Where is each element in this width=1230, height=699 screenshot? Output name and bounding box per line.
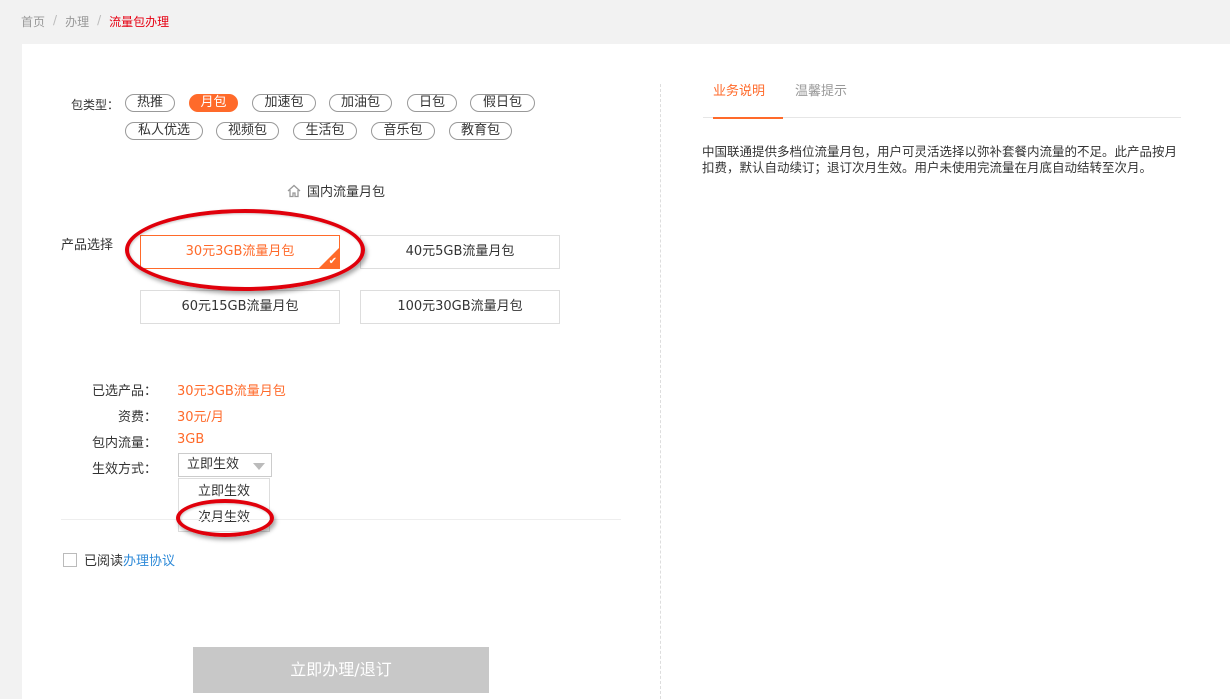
pill-refuel[interactable]: 加油包	[329, 94, 392, 112]
summary-selected-value: 30元3GB流量月包	[177, 384, 286, 399]
breadcrumb-separator: /	[97, 13, 102, 27]
product-option-label: 40元5GB流量月包	[405, 244, 515, 259]
product-option-40[interactable]: 40元5GB流量月包	[360, 235, 560, 269]
pill-monthly[interactable]: 月包	[189, 94, 238, 112]
breadcrumb: 首页 / 办理 / 流量包办理	[21, 13, 169, 30]
pill-life[interactable]: 生活包	[293, 122, 357, 140]
product-option-label: 60元15GB流量月包	[181, 299, 299, 314]
effect-dropdown: 立即生效 次月生效	[178, 478, 270, 532]
pill-daily[interactable]: 日包	[407, 94, 457, 112]
business-description: 中国联通提供多档位流量月包，用户可灵活选择以弥补套餐内流量的不足。此产品按月扣费…	[702, 144, 1178, 175]
agreement-checkbox[interactable]	[63, 552, 77, 567]
section-title-text: 国内流量月包	[307, 185, 386, 200]
caret-down-icon	[253, 463, 265, 470]
summary-selected-label: 已选产品：	[91, 384, 157, 399]
breadcrumb-current: 流量包办理	[109, 15, 170, 29]
breadcrumb-home[interactable]: 首页	[21, 13, 45, 30]
product-option-label: 30元3GB流量月包	[185, 244, 295, 259]
effect-option-next-month[interactable]: 次月生效	[179, 505, 269, 531]
agreement-link[interactable]: 办理协议	[123, 554, 175, 569]
vertical-divider	[660, 84, 661, 699]
product-option-100[interactable]: 100元30GB流量月包	[360, 290, 560, 324]
checkmark-icon: ✔	[328, 256, 337, 267]
summary-data-label: 包内流量：	[91, 436, 157, 451]
pill-music[interactable]: 音乐包	[371, 122, 435, 140]
product-select-label: 产品选择	[61, 238, 114, 253]
summary-fee-value: 30元/月	[177, 410, 224, 425]
summary-effect-label: 生效方式：	[91, 462, 157, 477]
summary-fee-label: 资费：	[117, 410, 157, 425]
pill-speed[interactable]: 加速包	[252, 94, 316, 112]
horizontal-divider	[61, 519, 621, 520]
effect-select[interactable]: 立即生效	[178, 453, 272, 477]
section-title: 国内流量月包	[287, 181, 385, 200]
breadcrumb-handle[interactable]: 办理	[65, 13, 89, 30]
effect-select-value: 立即生效	[187, 457, 240, 472]
product-option-label: 100元30GB流量月包	[397, 299, 523, 314]
submit-button[interactable]: 立即办理/退订	[193, 647, 489, 693]
package-type-label: 包类型：	[71, 98, 120, 112]
info-tabs: 业务说明 温馨提示	[703, 84, 1181, 119]
pill-video[interactable]: 视频包	[216, 122, 279, 140]
pill-holiday[interactable]: 假日包	[470, 94, 535, 112]
effect-option-immediate[interactable]: 立即生效	[179, 479, 269, 505]
product-option-60[interactable]: 60元15GB流量月包	[140, 290, 340, 324]
agreement-prefix: 已阅读	[84, 554, 124, 569]
tab-description[interactable]: 业务说明	[713, 84, 783, 119]
agreement-row: 已阅读办理协议	[63, 550, 175, 569]
main-panel: 包类型： 热推 月包 加速包 加油包 日包 假日包 私人优选 视频包 生活包 音…	[22, 44, 1230, 699]
pill-education[interactable]: 教育包	[449, 122, 512, 140]
pill-private[interactable]: 私人优选	[125, 122, 203, 140]
product-option-30[interactable]: 30元3GB流量月包 ✔	[140, 235, 340, 269]
breadcrumb-separator: /	[53, 13, 58, 27]
tab-tips[interactable]: 温馨提示	[795, 84, 865, 118]
pill-hot[interactable]: 热推	[125, 94, 175, 112]
summary-data-value: 3GB	[177, 432, 205, 447]
tab-description-label: 业务说明	[713, 84, 766, 99]
home-icon	[287, 184, 301, 198]
